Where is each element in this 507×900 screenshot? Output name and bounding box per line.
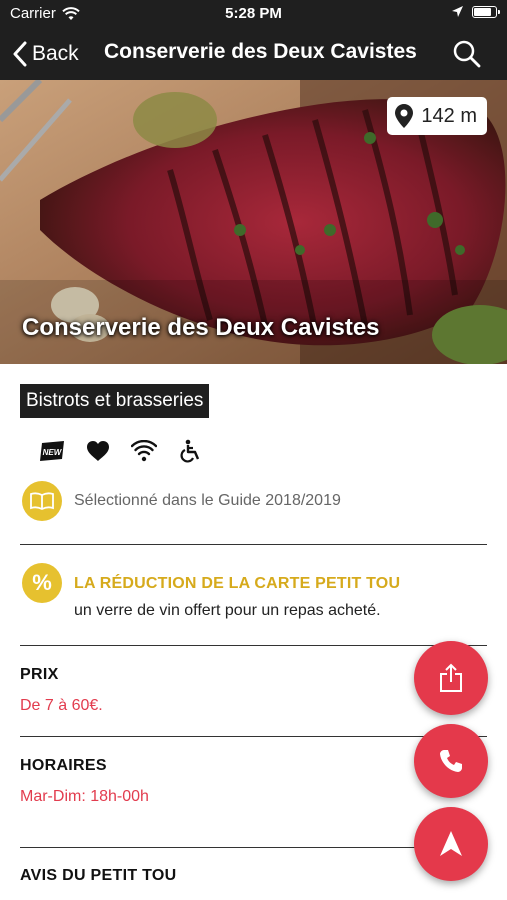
- share-icon: [440, 663, 462, 692]
- distance-badge: 142 m: [387, 97, 487, 135]
- navigation-arrow-icon: [440, 831, 462, 856]
- new-badge-icon: NEW: [38, 437, 66, 465]
- distance-value: 142 m: [421, 104, 477, 127]
- category-tag: Bistrots et brasseries: [20, 384, 210, 418]
- wifi-status-icon: [62, 6, 80, 20]
- amenity-icons: NEW: [38, 437, 204, 465]
- map-pin-icon: [395, 104, 414, 128]
- promo-description: un verre de vin offert pour un repas ach…: [74, 602, 381, 619]
- guide-text: Sélectionné dans le Guide 2018/2019: [74, 492, 341, 509]
- percent-icon: %: [22, 563, 62, 603]
- divider: [20, 544, 487, 545]
- directions-button[interactable]: [414, 807, 488, 881]
- wheelchair-accessible-icon: [176, 437, 204, 465]
- wifi-icon: [130, 437, 158, 465]
- guide-selection: Sélectionné dans le Guide 2018/2019: [22, 481, 341, 521]
- divider: [20, 736, 487, 737]
- heart-icon: [84, 437, 112, 465]
- navigation-bar: Back Conserverie des Deux Cavistes: [0, 28, 507, 80]
- promo-title: LA RÉDUCTION DE LA CARTE PETIT TOU: [74, 575, 401, 592]
- search-icon[interactable]: [451, 38, 483, 70]
- phone-icon: [440, 750, 462, 772]
- status-right: [451, 5, 500, 18]
- back-button[interactable]: Back: [12, 38, 79, 70]
- svg-text:NEW: NEW: [43, 448, 63, 457]
- nav-title: Conserverie des Deux Cavistes: [104, 40, 417, 63]
- price-title: PRIX: [20, 666, 59, 683]
- hours-value: Mar-Dim: 18h-00h: [20, 788, 149, 805]
- reviews-title: AVIS DU PETIT TOU: [20, 867, 177, 884]
- promo-text: LA RÉDUCTION DE LA CARTE PETIT TOU un ve…: [74, 563, 400, 620]
- share-button[interactable]: [414, 641, 488, 715]
- hero-title: Conserverie des Deux Cavistes: [22, 314, 380, 341]
- carrier-label: Carrier: [10, 5, 56, 22]
- hero-image: 142 m Conserverie des Deux Cavistes: [0, 80, 507, 364]
- location-arrow-status-icon: [452, 6, 463, 17]
- book-icon: [22, 481, 62, 521]
- divider: [20, 645, 487, 646]
- status-left: Carrier: [10, 5, 80, 22]
- call-button[interactable]: [414, 724, 488, 798]
- status-bar: Carrier 5:28 PM: [0, 0, 507, 28]
- chevron-left-icon: [13, 41, 27, 67]
- battery-icon: [472, 5, 500, 18]
- hours-title: HORAIRES: [20, 757, 107, 774]
- promo-block: % LA RÉDUCTION DE LA CARTE PETIT TOU un …: [22, 563, 400, 620]
- price-value: De 7 à 60€.: [20, 697, 103, 714]
- back-label: Back: [32, 42, 79, 65]
